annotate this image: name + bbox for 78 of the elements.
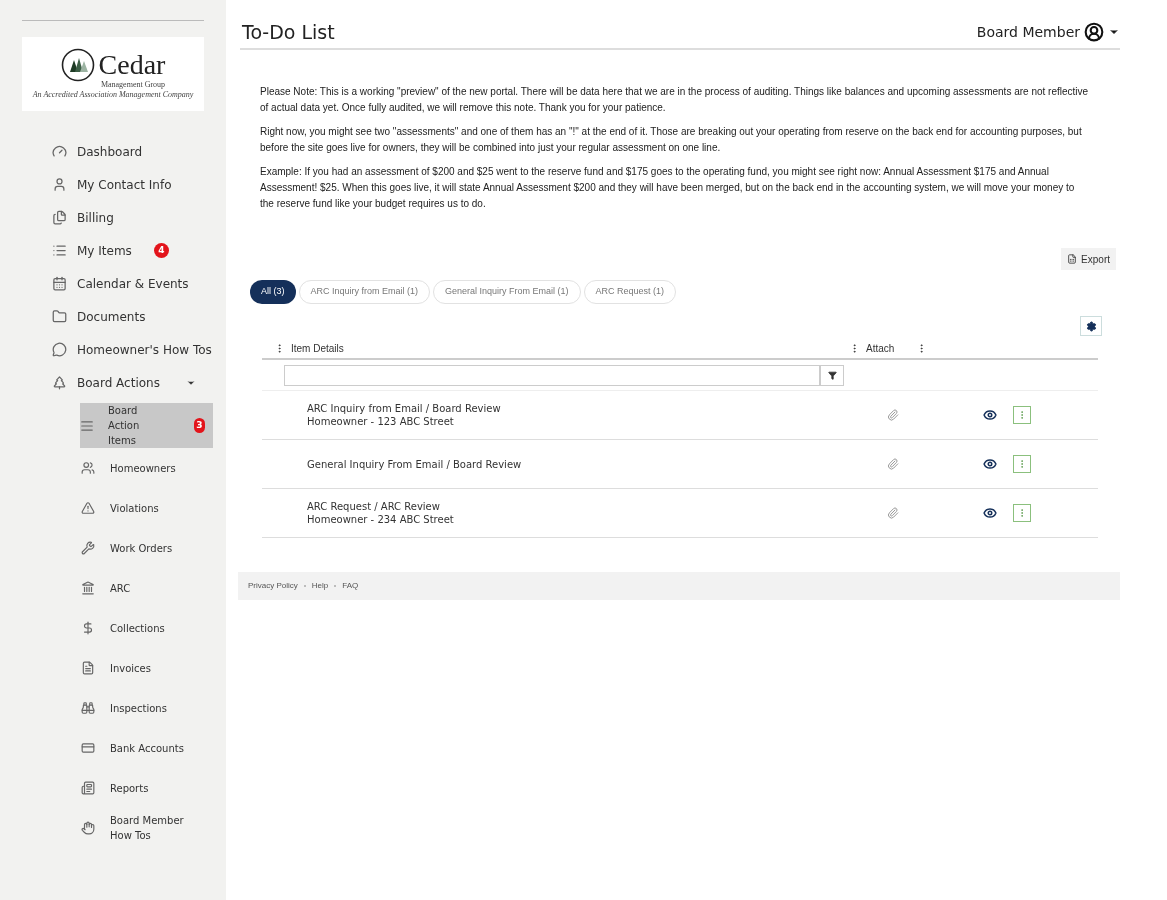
speech-bubble-icon xyxy=(52,342,67,357)
filter-tab[interactable]: ARC Inquiry from Email (1) xyxy=(298,280,431,304)
binoculars-icon xyxy=(81,701,95,715)
count-badge: 3 xyxy=(193,418,205,433)
view-icon[interactable] xyxy=(983,457,997,471)
nav-subitem[interactable]: Board Action Items 3 xyxy=(80,403,213,448)
wrench-icon xyxy=(81,541,95,555)
nav-item[interactable]: My Contact Info xyxy=(0,168,226,201)
page-title: To-Do List xyxy=(242,19,335,45)
nav-subitem[interactable]: Reports xyxy=(80,768,213,808)
people-icon xyxy=(81,461,95,475)
nav-item[interactable]: My Items 4 xyxy=(0,234,226,267)
report-icon xyxy=(81,781,95,795)
footer-link[interactable]: Help xyxy=(311,580,329,592)
person-icon xyxy=(52,177,67,192)
nav-subitem[interactable]: Board Member How Tos xyxy=(80,808,213,848)
nav-subitem[interactable]: Violations xyxy=(80,488,213,528)
count-badge: 4 xyxy=(153,243,169,258)
item-details-cell-text: ARC Request / ARC Review Homeowner - 234 ABC Street xyxy=(307,500,455,526)
nav-item[interactable]: Board Actions xyxy=(0,366,226,399)
filter-tab[interactable]: ARC Request (1) xyxy=(583,280,677,304)
list-icon xyxy=(52,243,67,258)
note-paragraph: Please Note: This is a working "preview" of the new portal. There will be data here that we are in the process of auditing. Things like balances and upcoming assessments are not reflective of actual data yet. Once fully audited, we will remove this note. Thank you for your patience. xyxy=(260,85,1090,115)
export-button[interactable]: Export xyxy=(1061,248,1116,270)
note-paragraph: Example: If you had an assessment of $200 and $25 went to the reserve fund and $175 goes to the operating fund, you might see right now: Annual Assessment $175 and Annual Assessment! $25. When this goes live, it will state Annual Assessment $200 and they will have been merged, but on the back end in the accounting system, we will move your money to the reserve fund like your budget requires us to do. xyxy=(260,165,1076,211)
spreadsheet-icon xyxy=(1067,254,1078,264)
gauge-icon xyxy=(52,144,67,159)
user-avatar-icon xyxy=(1084,22,1104,42)
actions-menu-button[interactable] xyxy=(1013,406,1031,424)
actions-menu-button[interactable] xyxy=(1013,504,1031,522)
view-icon[interactable] xyxy=(983,506,997,520)
nav-item[interactable]: Dashboard xyxy=(0,135,226,168)
calendar-icon xyxy=(52,276,67,291)
item-details-cell-text: ARC Inquiry from Email / Board Review Homeowner - 123 ABC Street xyxy=(307,402,502,428)
item-details-cell-text: General Inquiry From Email / Board Review xyxy=(307,457,523,471)
nav-item[interactable]: Billing xyxy=(0,201,226,234)
column-header: Item Details xyxy=(291,341,345,356)
note-paragraph: Right now, you might see two "assessments" and one of them has an "!" at the end of it. Those are breaking out your operating from reserve on the back end for accounting purposes, but before the site goes live for owners, they will be combined into just your regular assessment on one line. xyxy=(260,125,1083,155)
nav-item[interactable]: Calendar & Events xyxy=(0,267,226,300)
actions-menu-button[interactable] xyxy=(1013,455,1031,473)
nav-subitem[interactable]: Collections xyxy=(80,608,213,648)
settings-button[interactable] xyxy=(1080,316,1102,336)
dollar-icon xyxy=(81,621,95,635)
nav-subitem[interactable]: Invoices xyxy=(80,648,213,688)
footer-link[interactable]: FAQ xyxy=(342,580,359,592)
trees-logo-icon xyxy=(60,48,95,82)
invoice-icon xyxy=(81,661,95,675)
paperclip-icon[interactable] xyxy=(887,458,899,470)
filter-tab[interactable]: All (3) xyxy=(250,280,296,304)
paperclip-icon[interactable] xyxy=(887,507,899,519)
bank-icon xyxy=(81,581,95,595)
nav-subitem[interactable]: Homeowners xyxy=(80,448,213,488)
logo-name: Cedar xyxy=(98,51,166,79)
filter-input[interactable] xyxy=(284,364,820,386)
folder-icon xyxy=(52,309,67,324)
filter-icon xyxy=(827,370,837,380)
paperclip-icon[interactable] xyxy=(887,409,899,421)
settings-icon xyxy=(1085,320,1097,332)
logo-subtitle: Management Group xyxy=(100,80,166,90)
filter-button[interactable] xyxy=(820,364,844,386)
tree-icon xyxy=(52,375,67,390)
documents-icon xyxy=(52,210,67,225)
nav-item[interactable]: Homeowner's How Tos xyxy=(0,333,226,366)
nav-subitem[interactable]: Work Orders xyxy=(80,528,213,568)
user-menu[interactable]: Board Member xyxy=(976,21,1120,43)
hand-icon xyxy=(81,821,95,835)
lines-icon xyxy=(80,418,94,433)
nav-subitem[interactable]: Inspections xyxy=(80,688,213,728)
card-icon xyxy=(81,741,95,755)
column-header: Attach xyxy=(866,341,896,356)
footer-link[interactable]: Privacy Policy xyxy=(248,580,298,592)
filter-tab[interactable]: General Inquiry From Email (1) xyxy=(433,280,581,304)
nav-subitem[interactable]: Bank Accounts xyxy=(80,728,213,768)
warning-icon xyxy=(81,501,95,515)
logo-tagline: An Accredited Association Management Company xyxy=(32,90,194,100)
nav-item[interactable]: Documents xyxy=(0,300,226,333)
view-icon[interactable] xyxy=(983,408,997,422)
nav-subitem[interactable]: ARC xyxy=(80,568,213,608)
